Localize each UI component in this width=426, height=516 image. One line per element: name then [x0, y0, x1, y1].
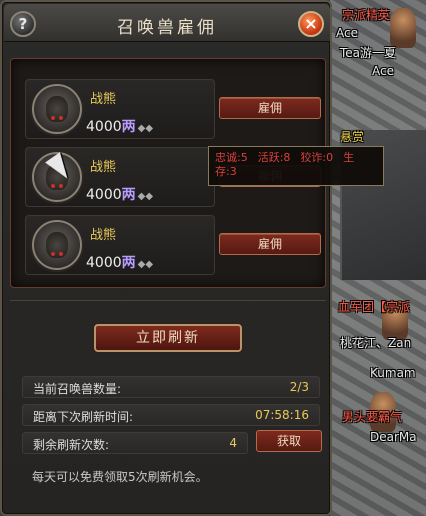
get-refresh-button[interactable]: 获取: [256, 430, 322, 452]
portrait-eye: [59, 116, 63, 120]
pet-row: 战熊 4000两 ◆◆: [25, 215, 215, 275]
coin-icon: ◆◆: [137, 123, 154, 134]
hint-text: 每天可以免费领取5次刷新机会。: [32, 470, 208, 484]
stat-activity: 活跃:8: [257, 151, 291, 164]
scene-label: 宗派精英: [342, 8, 391, 22]
summon-count-row: 当前召唤兽数量: 2/3: [22, 376, 320, 398]
pet-name: 战熊: [90, 228, 117, 243]
summon-hire-window: ? 召唤兽雇佣 × 战熊 4000两 ◆◆ 雇佣 战熊 4000两 ◆◆ 战熊 …: [0, 0, 332, 516]
pet-portrait-icon[interactable]: [32, 220, 82, 270]
stat-rebel: 狡诈:0: [300, 151, 334, 164]
remaining-refresh-row: 剩余刷新次数: 4: [22, 432, 248, 454]
scene-label: Ace: [372, 64, 394, 78]
price-value: 4000: [86, 119, 122, 135]
price-unit: 两: [121, 119, 136, 135]
divider: [10, 300, 326, 301]
close-icon[interactable]: ×: [298, 11, 324, 37]
pet-stats-tooltip: 忠诚:5 活跃:8 狡诈:0 生存:3: [208, 146, 384, 186]
scene-label: 悬赏: [340, 130, 365, 144]
scene-label: Kumam: [370, 366, 416, 380]
scene-label: 桃花江、Zan: [340, 336, 412, 350]
stat-loyalty: 忠诚:5: [215, 151, 248, 164]
refresh-now-button[interactable]: 立即刷新: [94, 324, 242, 352]
scene-label: 血军团【宗派: [338, 300, 411, 314]
portrait-face: [46, 96, 68, 122]
window-title: 召唤兽雇佣: [117, 18, 217, 38]
refresh-timer-label: 距离下次刷新时间:: [33, 410, 134, 424]
pet-price: 4000两 ◆◆: [86, 252, 153, 272]
pet-price: 4000两 ◆◆: [86, 184, 153, 204]
hire-button[interactable]: 雇佣: [219, 233, 321, 255]
price-value: 4000: [86, 255, 122, 271]
hire-button[interactable]: 雇佣: [219, 97, 321, 119]
portrait-eye: [59, 252, 63, 256]
scene-character: [390, 8, 416, 48]
remaining-refresh-label: 剩余刷新次数:: [33, 438, 110, 452]
portrait-eye: [51, 116, 55, 120]
pet-price: 4000两 ◆◆: [86, 116, 153, 136]
summon-count-value: 2/3: [289, 380, 309, 394]
summon-count-label: 当前召唤兽数量:: [33, 382, 122, 396]
scene-label: Tea游一夏: [340, 46, 397, 60]
portrait-face: [46, 232, 68, 258]
price-value: 4000: [86, 187, 122, 203]
coin-icon: ◆◆: [137, 191, 154, 202]
price-unit: 两: [121, 255, 136, 271]
coin-icon: ◆◆: [137, 259, 154, 270]
remaining-refresh-value: 4: [229, 436, 237, 450]
portrait-eye: [51, 184, 55, 188]
scene-label: 男头要霸气: [342, 410, 403, 424]
refresh-timer-row: 距离下次刷新时间: 07:58:16: [22, 404, 320, 426]
scene-label: Ace: [336, 26, 358, 40]
price-unit: 两: [121, 187, 136, 203]
scene-label: DearMa: [370, 430, 417, 444]
pet-portrait-icon[interactable]: [32, 84, 82, 134]
pet-name: 战熊: [90, 92, 117, 107]
title-bar: ? 召唤兽雇佣 ×: [4, 4, 330, 42]
pet-row: 战熊 4000两 ◆◆: [25, 79, 215, 139]
portrait-eye: [51, 252, 55, 256]
game-scene: 宗派精英 Ace Tea游一夏 Ace 悬赏 血军团【宗派 桃花江、Zan Ku…: [330, 0, 426, 516]
portrait-eye: [59, 184, 63, 188]
pet-name: 战熊: [90, 160, 117, 175]
refresh-timer-value: 07:58:16: [255, 408, 309, 422]
